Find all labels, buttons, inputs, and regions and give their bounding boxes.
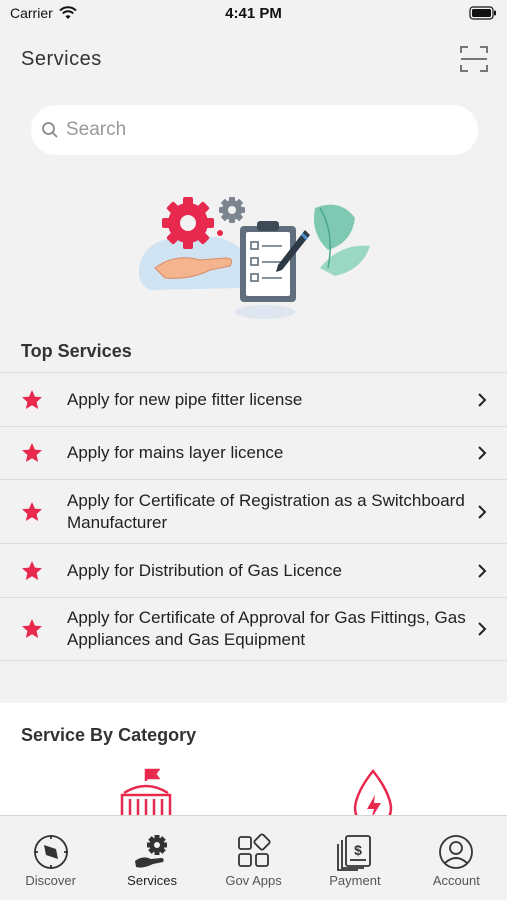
tab-gov-apps[interactable]: Gov Apps [203, 816, 304, 900]
tab-account[interactable]: Account [406, 816, 507, 900]
search-icon [42, 122, 58, 138]
tab-discover[interactable]: Discover [0, 816, 101, 900]
service-label: Apply for Distribution of Gas Licence [67, 560, 342, 580]
chevron-right-icon [478, 446, 487, 460]
battery-icon [469, 6, 496, 20]
clock: 4:41 PM [225, 5, 282, 22]
tab-services[interactable]: Services [101, 816, 202, 900]
service-item[interactable]: Apply for Distribution of Gas Licence [0, 544, 507, 598]
service-label: Apply for Certificate of Approval for Ga… [67, 608, 466, 649]
star-icon [22, 389, 42, 409]
search-input[interactable] [66, 119, 446, 141]
svg-text:$: $ [354, 842, 362, 858]
service-item[interactable]: Apply for Certificate of Approval for Ga… [0, 598, 507, 661]
chevron-right-icon [478, 392, 487, 407]
service-label: Apply for new pipe fitter license [67, 389, 303, 409]
category-title: Service By Category [21, 725, 197, 745]
star-icon [22, 501, 42, 521]
service-label: Apply for Certificate of Registration as… [67, 490, 465, 532]
chevron-right-icon [478, 504, 487, 519]
gas-energy-icon[interactable] [345, 767, 401, 818]
page-title: Services [21, 48, 102, 70]
tab-label: Payment [329, 873, 381, 888]
hand-gear-icon [135, 835, 168, 868]
services-illustration [138, 197, 370, 319]
tab-label: Gov Apps [225, 873, 282, 888]
apps-grid-icon [237, 833, 271, 867]
service-item[interactable]: Apply for new pipe fitter license [0, 373, 507, 427]
tab-label: Account [432, 873, 480, 888]
tab-label: Discover [25, 873, 76, 888]
service-item[interactable]: Apply for Certificate of Registration as… [0, 480, 507, 544]
status-bar: Carrier 4:41 PM [0, 0, 507, 28]
scan-icon [460, 46, 488, 72]
search-bar[interactable] [31, 105, 478, 155]
tab-payment[interactable]: $ Payment [304, 816, 405, 900]
compass-icon [33, 835, 68, 869]
service-category-panel: Service By Category [0, 703, 507, 818]
chevron-right-icon [478, 622, 487, 636]
tab-bar: Discover Services Gov Apps $ Payment Acc… [0, 815, 507, 900]
service-label: Apply for mains layer licence [67, 443, 284, 462]
star-icon [22, 560, 42, 580]
header: Services [0, 28, 507, 90]
bill-icon: $ [337, 835, 371, 871]
top-services-list: Apply for new pipe fitter license Apply … [0, 372, 507, 661]
tab-label: Services [127, 873, 178, 888]
star-icon [22, 443, 42, 462]
user-icon [439, 835, 474, 869]
government-building-icon[interactable] [118, 767, 174, 818]
service-item[interactable]: Apply for mains layer licence [0, 427, 507, 480]
scan-button[interactable] [459, 44, 489, 74]
chevron-right-icon [478, 563, 487, 578]
star-icon [22, 619, 42, 638]
top-services-title: Top Services [21, 341, 132, 361]
